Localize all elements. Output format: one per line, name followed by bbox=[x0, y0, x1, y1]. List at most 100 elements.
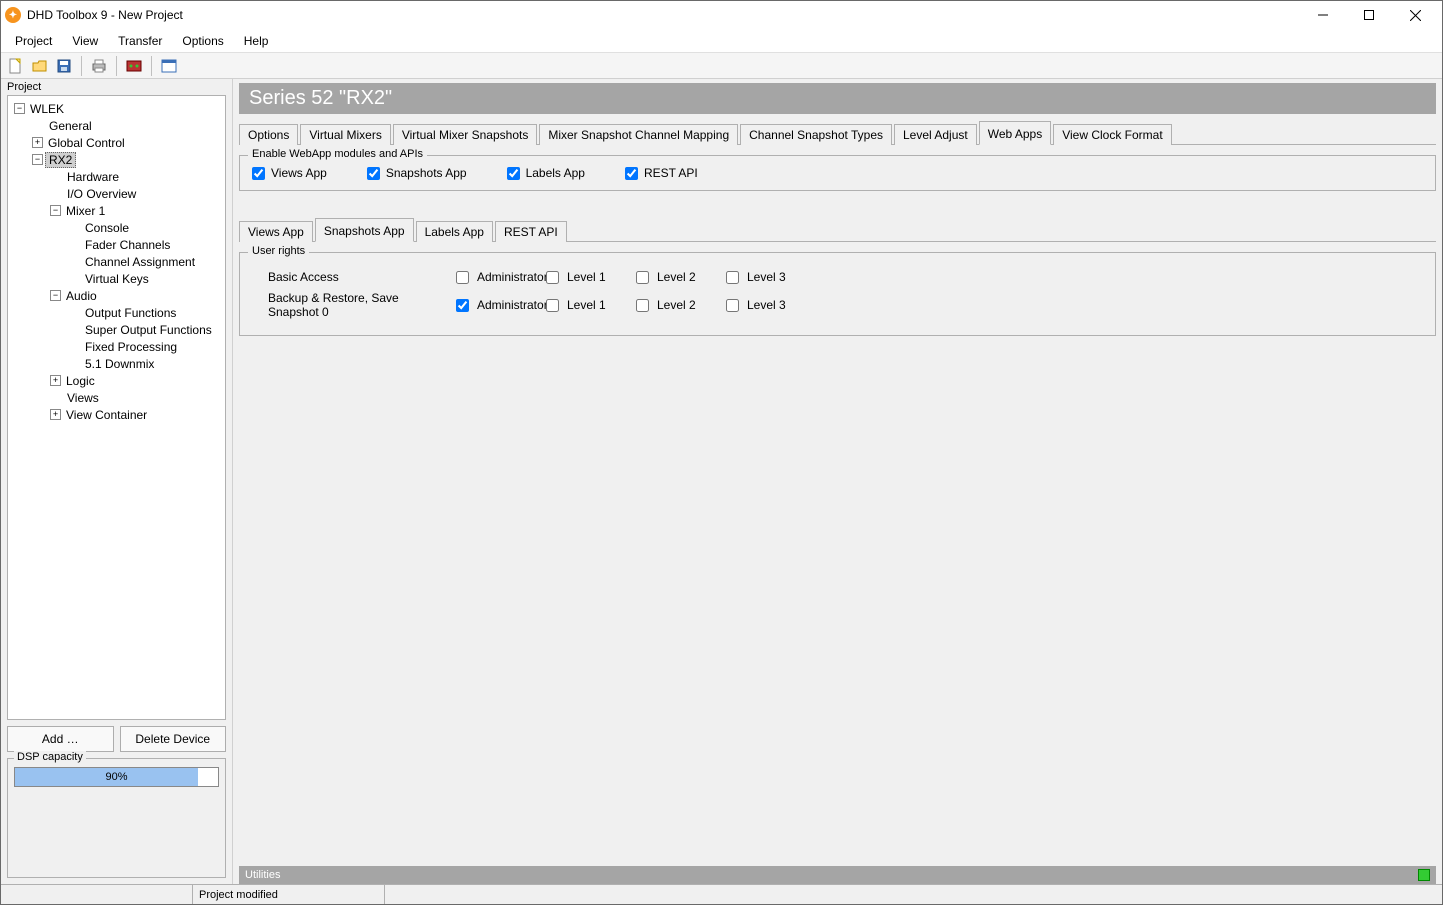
check-basic-admin[interactable] bbox=[456, 271, 469, 284]
project-panel-title: Project bbox=[1, 79, 232, 95]
tree-item-rx2[interactable]: RX2 bbox=[45, 152, 76, 168]
toolbar-open-icon[interactable] bbox=[29, 55, 51, 77]
check-backup-l2[interactable] bbox=[636, 299, 649, 312]
tree-item-51-downmix[interactable]: 5.1 Downmix bbox=[82, 357, 157, 371]
main-area: Series 52 "RX2" Options Virtual Mixers V… bbox=[233, 79, 1442, 884]
check-basic-l2[interactable] bbox=[636, 271, 649, 284]
check-rest-api[interactable]: REST API bbox=[625, 166, 698, 180]
check-basic-l3[interactable] bbox=[726, 271, 739, 284]
check-backup-l3[interactable] bbox=[726, 299, 739, 312]
tree-item-view-container[interactable]: View Container bbox=[63, 408, 150, 422]
window-close-button[interactable] bbox=[1392, 1, 1438, 29]
menu-help[interactable]: Help bbox=[234, 32, 279, 50]
subtab-rest-api[interactable]: REST API bbox=[495, 221, 567, 242]
check-rest-api-input[interactable] bbox=[625, 167, 638, 180]
tab-web-apps[interactable]: Web Apps bbox=[979, 121, 1051, 145]
utilities-bar[interactable]: Utilities bbox=[239, 866, 1436, 884]
tree-item-fader-channels[interactable]: Fader Channels bbox=[82, 238, 173, 252]
tree-item-views[interactable]: Views bbox=[64, 391, 102, 405]
tree-item-audio[interactable]: Audio bbox=[63, 289, 100, 303]
dsp-progress-bar: 90% bbox=[14, 767, 219, 787]
window-title: DHD Toolbox 9 - New Project bbox=[27, 8, 183, 22]
tree-item-logic[interactable]: Logic bbox=[63, 374, 98, 388]
utilities-label: Utilities bbox=[245, 869, 280, 881]
window-maximize-button[interactable] bbox=[1346, 1, 1392, 29]
tree-item-wlek[interactable]: WLEK bbox=[27, 102, 67, 116]
tree-item-super-output-functions[interactable]: Super Output Functions bbox=[82, 323, 215, 337]
tab-channel-snapshot-types[interactable]: Channel Snapshot Types bbox=[740, 124, 892, 145]
tree-collapse-icon[interactable]: − bbox=[32, 154, 43, 165]
check-backup-admin[interactable] bbox=[456, 299, 469, 312]
tree-item-mixer1[interactable]: Mixer 1 bbox=[63, 204, 108, 218]
check-backup-l1[interactable] bbox=[546, 299, 559, 312]
dsp-capacity-box: DSP capacity 90% bbox=[7, 758, 226, 878]
app-window: ✦ DHD Toolbox 9 - New Project Project Vi… bbox=[0, 0, 1443, 905]
menu-view[interactable]: View bbox=[62, 32, 108, 50]
tree-expand-icon[interactable]: + bbox=[50, 409, 61, 420]
toolbar-save-icon[interactable] bbox=[53, 55, 75, 77]
check-snapshots-app-input[interactable] bbox=[367, 167, 380, 180]
menu-transfer[interactable]: Transfer bbox=[108, 32, 172, 50]
user-rights-fieldset: User rights Basic Access Administrator L… bbox=[239, 252, 1436, 336]
tab-mixer-snapshot-channel-mapping[interactable]: Mixer Snapshot Channel Mapping bbox=[539, 124, 738, 145]
tree-item-console[interactable]: Console bbox=[82, 221, 132, 235]
series-header: Series 52 "RX2" bbox=[239, 83, 1436, 114]
check-basic-l1[interactable] bbox=[546, 271, 559, 284]
user-rights-legend: User rights bbox=[248, 245, 309, 257]
tree-item-global-control[interactable]: Global Control bbox=[45, 136, 128, 150]
window-minimize-button[interactable] bbox=[1300, 1, 1346, 29]
tree-collapse-icon[interactable]: − bbox=[14, 103, 25, 114]
check-labels-app[interactable]: Labels App bbox=[507, 166, 585, 180]
statusbar-project-modified: Project modified bbox=[193, 885, 385, 904]
project-tree[interactable]: −WLEK General +Global Control −RX2 Hardw… bbox=[7, 95, 226, 720]
main-tab-strip: Options Virtual Mixers Virtual Mixer Sna… bbox=[239, 122, 1436, 145]
rights-basic-access-label: Basic Access bbox=[252, 270, 452, 284]
toolbar bbox=[1, 53, 1442, 79]
content-area: Project −WLEK General +Global Control −R… bbox=[1, 79, 1442, 884]
add-device-button[interactable]: Add … bbox=[7, 726, 114, 752]
tree-collapse-icon[interactable]: − bbox=[50, 205, 61, 216]
tab-level-adjust[interactable]: Level Adjust bbox=[894, 124, 977, 145]
menubar: Project View Transfer Options Help bbox=[1, 29, 1442, 53]
sub-tab-strip: Views App Snapshots App Labels App REST … bbox=[239, 219, 1436, 242]
status-indicator-icon bbox=[1418, 869, 1430, 881]
tree-item-hardware[interactable]: Hardware bbox=[64, 170, 122, 184]
tree-expand-icon[interactable]: + bbox=[50, 375, 61, 386]
rights-backup-label: Backup & Restore, Save Snapshot 0 bbox=[252, 291, 452, 319]
toolbar-new-icon[interactable] bbox=[5, 55, 27, 77]
tree-item-fixed-processing[interactable]: Fixed Processing bbox=[82, 340, 180, 354]
tree-collapse-icon[interactable]: − bbox=[50, 290, 61, 301]
enable-webapp-legend: Enable WebApp modules and APIs bbox=[248, 148, 427, 160]
subtab-views-app[interactable]: Views App bbox=[239, 221, 313, 242]
check-views-app[interactable]: Views App bbox=[252, 166, 327, 180]
menu-options[interactable]: Options bbox=[172, 32, 233, 50]
tree-item-channel-assignment[interactable]: Channel Assignment bbox=[82, 255, 198, 269]
dsp-capacity-label: DSP capacity bbox=[14, 751, 86, 763]
toolbar-device-icon[interactable] bbox=[123, 55, 145, 77]
tab-options[interactable]: Options bbox=[239, 124, 298, 145]
check-views-app-input[interactable] bbox=[252, 167, 265, 180]
statusbar-cell-3 bbox=[385, 885, 1442, 904]
app-icon: ✦ bbox=[5, 7, 21, 23]
tree-item-virtual-keys[interactable]: Virtual Keys bbox=[82, 272, 152, 286]
tree-item-io-overview[interactable]: I/O Overview bbox=[64, 187, 139, 201]
dsp-percent: 90% bbox=[15, 768, 218, 786]
tab-virtual-mixer-snapshots[interactable]: Virtual Mixer Snapshots bbox=[393, 124, 538, 145]
subtab-labels-app[interactable]: Labels App bbox=[416, 221, 493, 242]
toolbar-window-icon[interactable] bbox=[158, 55, 180, 77]
enable-webapp-fieldset: Enable WebApp modules and APIs Views App… bbox=[239, 155, 1436, 191]
tab-virtual-mixers[interactable]: Virtual Mixers bbox=[300, 124, 390, 145]
tree-item-output-functions[interactable]: Output Functions bbox=[82, 306, 179, 320]
titlebar: ✦ DHD Toolbox 9 - New Project bbox=[1, 1, 1442, 29]
tree-expand-icon[interactable]: + bbox=[32, 137, 43, 148]
delete-device-button[interactable]: Delete Device bbox=[120, 726, 227, 752]
tab-view-clock-format[interactable]: View Clock Format bbox=[1053, 124, 1171, 145]
tree-item-general[interactable]: General bbox=[46, 119, 95, 133]
menu-project[interactable]: Project bbox=[5, 32, 62, 50]
statusbar: Project modified bbox=[1, 884, 1442, 904]
statusbar-cell-1 bbox=[1, 885, 193, 904]
subtab-snapshots-app[interactable]: Snapshots App bbox=[315, 218, 414, 242]
check-labels-app-input[interactable] bbox=[507, 167, 520, 180]
check-snapshots-app[interactable]: Snapshots App bbox=[367, 166, 467, 180]
toolbar-print-icon[interactable] bbox=[88, 55, 110, 77]
